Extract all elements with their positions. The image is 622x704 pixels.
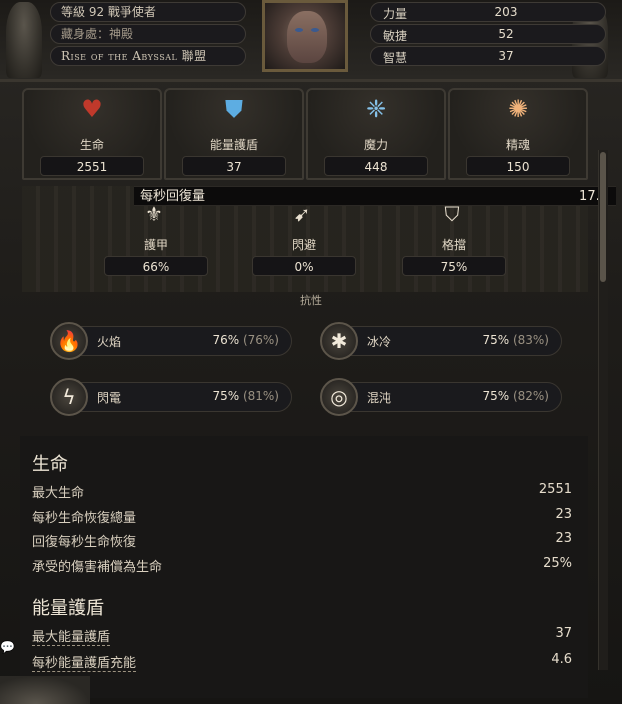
resistance-fire[interactable]: 火焰 76% (76%): [56, 326, 292, 356]
stat-label: 生命: [79, 138, 104, 152]
detail-value: 23: [555, 531, 572, 546]
stat-evasion[interactable]: ➹ 閃避 0%: [242, 200, 366, 280]
mana-icon: ❈: [365, 95, 387, 123]
stat-label: 精魂: [505, 138, 530, 152]
attribute-label: 智慧: [383, 51, 408, 65]
resistance-value: 75% (82%): [482, 389, 549, 403]
stat-block[interactable]: ⛉ 格擋 75%: [392, 200, 516, 280]
stat-value: 66%: [104, 256, 208, 276]
detail-row[interactable]: 每秒生命恢復總量 23: [32, 507, 572, 527]
stat-value: 37: [182, 156, 286, 176]
resistance-value: 75% (83%): [482, 333, 549, 347]
stat-value: 448: [324, 156, 428, 176]
stat-value: 2551: [40, 156, 144, 176]
attribute-value: 52: [498, 27, 514, 41]
chat-icon[interactable]: 💬: [0, 640, 15, 654]
cold-icon: ✱: [320, 322, 358, 360]
spirit-icon: ✺: [507, 95, 529, 123]
detail-row[interactable]: 最大能量護盾 37: [32, 626, 572, 646]
resistance-lightning[interactable]: 閃電 75% (81%): [56, 382, 292, 412]
level-class-label: 等級 92 戰爭使者: [50, 2, 246, 22]
stat-armour[interactable]: ⚜ 護甲 66%: [94, 200, 218, 280]
detail-value: 37: [555, 626, 572, 641]
resistance-cold[interactable]: 冰冷 75% (83%): [326, 326, 562, 356]
detail-row[interactable]: 承受的傷害補償為生命 25%: [32, 556, 572, 576]
life-section-title: 生命: [32, 454, 68, 475]
stat-label: 格擋: [441, 238, 466, 252]
resistance-value: 75% (81%): [212, 389, 279, 403]
bottom-corner-decoration: [0, 676, 90, 704]
portrait-eye: [311, 28, 319, 32]
stat-value: 150: [466, 156, 570, 176]
stat-value: 75%: [402, 256, 506, 276]
attribute-value: 37: [498, 49, 514, 63]
stat-label: 護甲: [143, 238, 168, 252]
attribute-strength: 力量 203: [370, 2, 606, 22]
character-panel: 等級 92 戰爭使者 藏身處：神殿 Rise of the Abyssal 聯盟…: [0, 0, 622, 704]
stat-spirit[interactable]: ✺ 精魂 150: [448, 88, 588, 180]
heart-icon: ♥: [81, 95, 103, 123]
character-portrait[interactable]: [262, 0, 348, 72]
stat-energy-shield[interactable]: ⛊ 能量護盾 37: [164, 88, 304, 180]
detail-row[interactable]: 最大生命 2551: [32, 482, 572, 502]
detail-row[interactable]: 每秒能量護盾充能 4.6: [32, 652, 572, 672]
lightning-icon: ϟ: [50, 378, 88, 416]
character-header: 等級 92 戰爭使者 藏身處：神殿 Rise of the Abyssal 聯盟…: [0, 0, 622, 82]
attribute-label: 力量: [383, 7, 408, 21]
resistance-label: 火焰: [97, 335, 122, 349]
stat-mana[interactable]: ❈ 魔力 448: [306, 88, 446, 180]
detail-label: 最大能量護盾: [32, 630, 111, 646]
detail-label: 最大生命: [32, 486, 85, 501]
regen-tooltip: 每秒回復量 17.3: [134, 186, 616, 206]
detail-value: 23: [555, 507, 572, 522]
portrait-face: [287, 11, 327, 63]
detail-row[interactable]: 回復每秒生命恢復 23: [32, 531, 572, 551]
resistance-value: 76% (76%): [212, 333, 279, 347]
chaos-icon: ◎: [320, 378, 358, 416]
stat-label: 能量護盾: [209, 138, 258, 152]
evasion-icon: ➹: [293, 202, 311, 226]
portrait-eye: [295, 28, 303, 32]
armour-icon: ⚜: [145, 202, 163, 226]
attribute-label: 敏捷: [383, 29, 408, 43]
resistance-label: 閃電: [97, 391, 122, 405]
resistance-label: 混沌: [367, 391, 392, 405]
tooltip-label: 每秒回復量: [140, 189, 206, 204]
detail-value: 2551: [538, 482, 572, 497]
stash-link[interactable]: 藏身處：神殿: [50, 24, 246, 44]
stat-value: 0%: [252, 256, 356, 276]
statue-left-decoration: [6, 2, 42, 78]
detail-label: 承受的傷害補償為生命: [32, 560, 163, 575]
energy-shield-icon: ⛊: [225, 95, 243, 123]
stat-label: 閃避: [291, 238, 316, 252]
stat-details: 生命 最大生命 2551 每秒生命恢復總量 23 回復每秒生命恢復 23 承受的…: [20, 436, 588, 698]
detail-label: 回復每秒生命恢復: [32, 535, 137, 550]
stat-label: 魔力: [363, 138, 388, 152]
detail-value: 4.6: [551, 652, 572, 667]
scrollbar-thumb[interactable]: [600, 152, 606, 282]
detail-label: 每秒能量護盾充能: [32, 656, 137, 672]
attribute-dexterity: 敏捷 52: [370, 24, 606, 44]
attribute-value: 203: [494, 5, 518, 19]
detail-label: 每秒生命恢復總量: [32, 511, 137, 526]
league-label: Rise of the Abyssal 聯盟: [50, 46, 246, 66]
stat-life[interactable]: ♥ 生命 2551: [22, 88, 162, 180]
es-section-title: 能量護盾: [32, 598, 104, 619]
block-icon: ⛉: [444, 202, 460, 226]
detail-value: 25%: [543, 556, 572, 571]
fire-icon: 🔥: [50, 322, 88, 360]
resistance-chaos[interactable]: 混沌 75% (82%): [326, 382, 562, 412]
resistance-label: 冰冷: [367, 335, 392, 349]
resistances-title: 抗性: [300, 294, 322, 307]
attribute-intelligence: 智慧 37: [370, 46, 606, 66]
